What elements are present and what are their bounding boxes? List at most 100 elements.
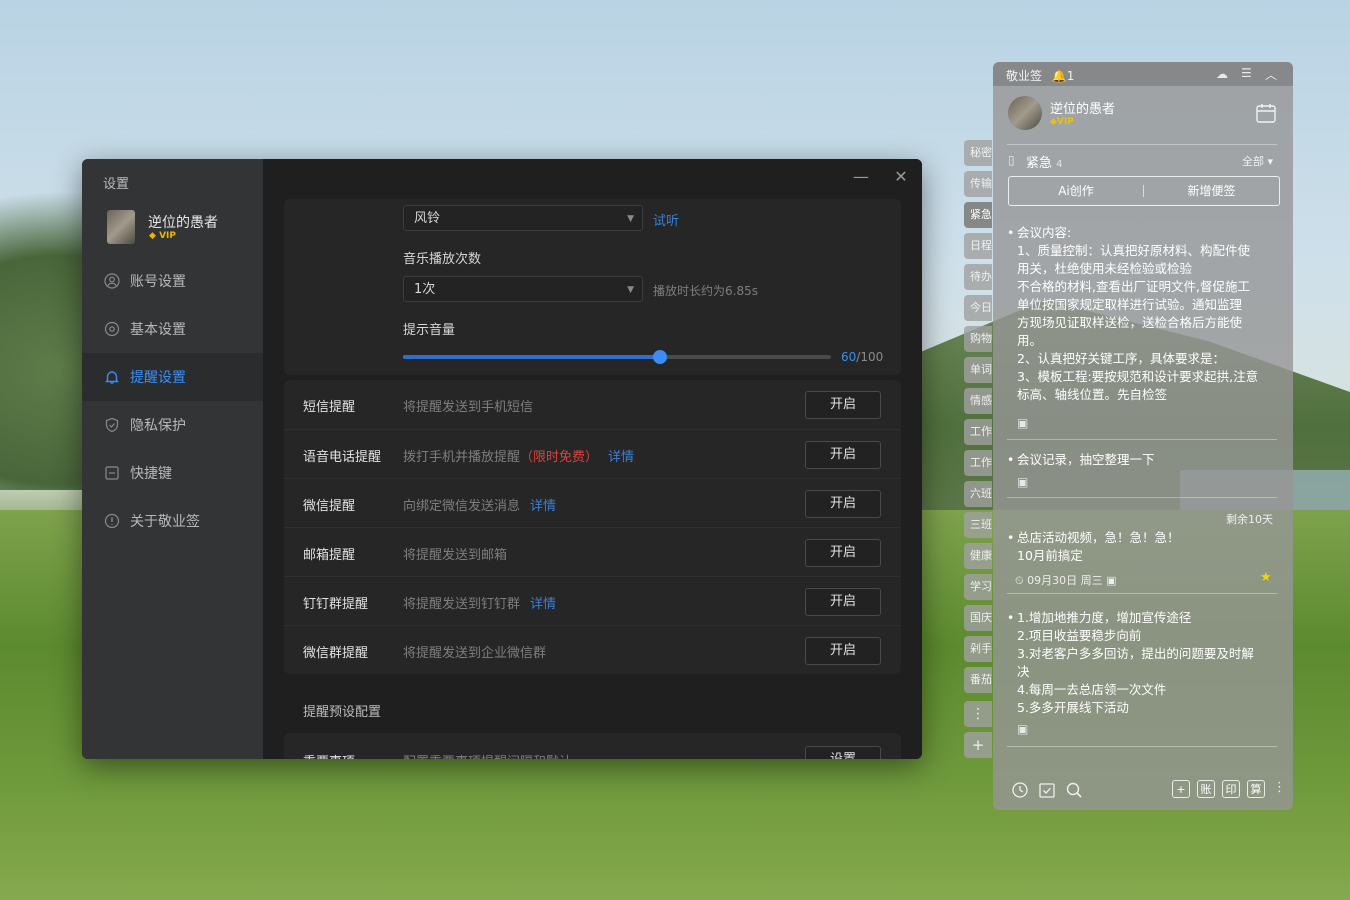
enable-dingtalk-button[interactable]: 开启 xyxy=(805,588,881,616)
category-tab[interactable]: 六班 xyxy=(964,481,992,507)
lock-icon: ▣ xyxy=(1017,722,1029,736)
category-tab[interactable]: 健康 xyxy=(964,543,992,569)
note-text: 1.增加地推力度，增加宣传途径 2.项目收益要稳步向前 3.对老客户多多回访，提出的… xyxy=(1017,609,1277,717)
settings-content: — ✕ 风铃 ▼ 试听 音乐播放次数 1次 ▼ 播放时长约为6.85s 提示音量… xyxy=(263,159,922,759)
category-tab[interactable]: 紧急 xyxy=(964,202,992,228)
reminder-name: 语音电话提醒 xyxy=(303,450,382,465)
note-line: 10月前搞定 xyxy=(1017,548,1083,563)
add-category-button[interactable]: + xyxy=(964,732,992,758)
sidebar-item-about[interactable]: 关于敬业签 xyxy=(82,497,263,545)
dingtalk-detail-link[interactable]: 详情 xyxy=(530,597,556,612)
checklist-icon[interactable] xyxy=(1038,781,1056,803)
category-tab[interactable]: 情感 xyxy=(964,388,992,414)
enable-wecom-button[interactable]: 开启 xyxy=(805,637,881,665)
reminder-desc: 将提醒发送到手机短信 xyxy=(403,400,534,415)
enable-email-button[interactable]: 开启 xyxy=(805,539,881,567)
calendar-icon[interactable] xyxy=(1255,102,1277,128)
category-tab[interactable]: 工作 xyxy=(964,450,992,476)
play-count-select[interactable]: 1次 ▼ xyxy=(403,276,643,302)
note-entry[interactable]: • 会议内容: 1、质量控制：认真把好原材料、构配件使 用关，杜绝使用未经检验或检验… xyxy=(1007,224,1277,404)
more-categories-button[interactable]: ⋮ xyxy=(964,701,992,727)
note-entry[interactable]: • 总店活动视频，急！急！急！ 10月前搞定 xyxy=(1007,529,1277,565)
sidebar-item-basic[interactable]: 基本设置 xyxy=(82,305,263,353)
enable-voice-button[interactable]: 开启 xyxy=(805,441,881,469)
preset-settings-button[interactable]: 设置 xyxy=(805,746,881,759)
preview-link[interactable]: 试听 xyxy=(653,210,679,229)
filter-dropdown[interactable]: 全部 ▾ xyxy=(1242,153,1273,169)
ledger-icon[interactable]: 账 xyxy=(1197,780,1215,798)
ringtone-select[interactable]: 风铃 ▼ xyxy=(403,205,643,231)
calculator-icon[interactable]: 算 xyxy=(1247,780,1265,798)
category-tab[interactable]: 单词 xyxy=(964,357,992,383)
note-entry[interactable]: • 1.增加地推力度，增加宣传途径 2.项目收益要稳步向前 3.对老客户多多回访，提… xyxy=(1007,609,1277,717)
sidebar-item-hotkey[interactable]: 快捷键 xyxy=(82,449,263,497)
category-tab[interactable]: 番茄 xyxy=(964,667,992,693)
search-icon[interactable] xyxy=(1065,781,1083,803)
print-icon[interactable]: 印 xyxy=(1222,780,1240,798)
new-note-button[interactable]: 新增便签 xyxy=(1144,177,1279,205)
category-tab[interactable]: 剁手 xyxy=(964,636,992,662)
note-entry[interactable]: • 会议记录，抽空整理一下 xyxy=(1007,451,1277,469)
note-line: 不合格的材料,查看出厂证明文件,督促施工 xyxy=(1017,279,1250,294)
category-tab[interactable]: 待办 xyxy=(964,264,992,290)
category-count: 4 xyxy=(1056,159,1063,170)
ringtone-value: 风铃 xyxy=(414,211,441,226)
category-tab[interactable]: 三班 xyxy=(964,512,992,538)
add-note-icon[interactable]: + xyxy=(1172,780,1190,798)
sidebar-item-account[interactable]: 账号设置 xyxy=(82,257,263,305)
avatar[interactable] xyxy=(107,210,135,244)
category-tab[interactable]: 日程 xyxy=(964,233,992,259)
sidebar-item-label: 隐私保护 xyxy=(130,418,186,434)
volume-slider-handle[interactable] xyxy=(652,350,667,364)
category-tab[interactable]: 秘密 xyxy=(964,140,992,166)
minimize-button[interactable]: — xyxy=(849,167,873,186)
lock-icon: ▣ xyxy=(1017,475,1029,489)
category-tab[interactable]: 传输 xyxy=(964,171,992,197)
volume-label: 提示音量 xyxy=(403,323,456,338)
enable-sms-button[interactable]: 开启 xyxy=(805,391,881,419)
volume-slider[interactable] xyxy=(403,350,831,364)
note-text: 会议记录，抽空整理一下 xyxy=(1017,451,1277,469)
note-user-name: 逆位的愚者 xyxy=(1050,102,1116,117)
wechat-detail-link[interactable]: 详情 xyxy=(530,499,556,514)
volume-slider-fill xyxy=(403,355,660,359)
menu-icon[interactable]: ☰ xyxy=(1241,66,1252,80)
star-icon[interactable]: ★ xyxy=(1260,570,1272,585)
bullet: • xyxy=(1007,530,1015,545)
shield-icon xyxy=(104,417,120,433)
enable-wechat-button[interactable]: 开启 xyxy=(805,490,881,518)
category-tab[interactable]: 购物 xyxy=(964,326,992,352)
more-icon[interactable]: ⋮ xyxy=(1273,780,1286,795)
chevron-down-icon: ▼ xyxy=(627,214,634,224)
reminder-desc: 将提醒发送到钉钉群 详情 xyxy=(403,593,556,612)
sidebar-item-privacy[interactable]: 隐私保护 xyxy=(82,401,263,449)
bell-icon[interactable]: 🔔 xyxy=(1052,69,1067,83)
category-tab[interactable]: 今日 xyxy=(964,295,992,321)
close-button[interactable]: ✕ xyxy=(889,167,913,186)
note-line: 会议记录，抽空整理一下 xyxy=(1017,452,1155,467)
play-duration-hint: 播放时长约为6.85s xyxy=(653,284,758,298)
category-tab[interactable]: 工作 xyxy=(964,419,992,445)
note-line: 1、质量控制：认真把好原材料、构配件使 xyxy=(1017,243,1250,258)
note-line: 用。 xyxy=(1017,333,1043,348)
volume-readout: 60/100 xyxy=(841,350,883,364)
note-avatar[interactable] xyxy=(1008,96,1042,130)
ai-create-button[interactable]: Ai创作 xyxy=(1009,177,1143,205)
voice-detail-link[interactable]: 详情 xyxy=(608,450,634,465)
reminder-desc: 拨打手机并播放提醒（限时免费） 详情 xyxy=(403,446,634,465)
note-line: 1.增加地推力度，增加宣传途径 xyxy=(1017,610,1192,625)
category-tab[interactable]: 国庆 xyxy=(964,605,992,631)
sidebar-item-label: 基本设置 xyxy=(130,322,186,338)
note-app-name: 敬业签 xyxy=(1006,69,1043,83)
note-line: 单位按国家规定取样进行试验。通知监理 xyxy=(1017,297,1243,312)
collapse-icon[interactable]: ︿ xyxy=(1265,66,1277,83)
header-divider xyxy=(1007,144,1277,145)
cloud-sync-icon[interactable]: ☁ xyxy=(1216,67,1228,81)
note-reminder-date: ⏲ 09月30日 周三 ▣ xyxy=(1015,574,1117,587)
sidebar-item-label: 快捷键 xyxy=(130,466,172,482)
settings-sidebar: 设置 逆位的愚者 ◆ VIP 账号设置 基本设置 提醒设置 隐私保护 快捷键 关… xyxy=(82,159,263,759)
category-tab[interactable]: 学习 xyxy=(964,574,992,600)
clock-icon[interactable] xyxy=(1011,781,1029,803)
sidebar-item-reminder[interactable]: 提醒设置 xyxy=(82,353,263,401)
note-line: 5.多多开展线下活动 xyxy=(1017,700,1129,715)
